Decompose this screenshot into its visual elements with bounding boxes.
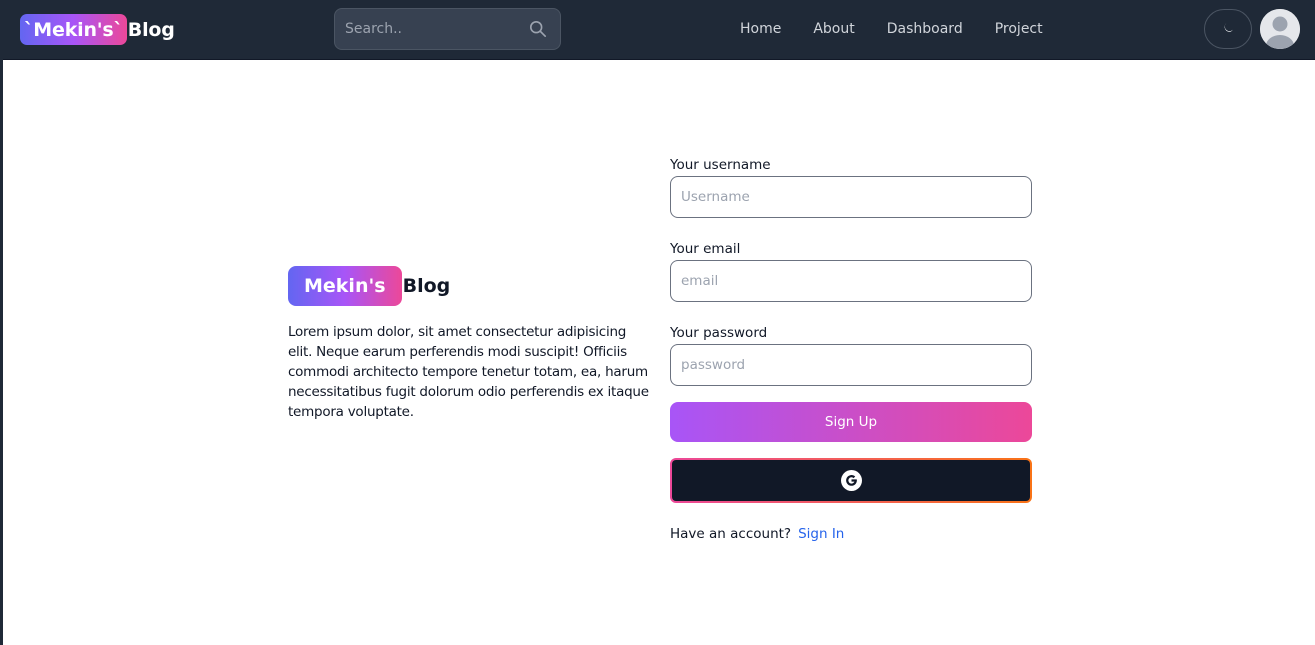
- password-field[interactable]: [670, 344, 1032, 386]
- nav-link-project[interactable]: Project: [995, 21, 1043, 37]
- hero-brand: Mekin's Blog: [288, 266, 650, 306]
- nav-link-about[interactable]: About: [813, 21, 854, 37]
- user-avatar-icon: [1260, 9, 1300, 49]
- intro-panel: Mekin's Blog Lorem ipsum dolor, sit amet…: [288, 266, 650, 422]
- signin-link[interactable]: Sign In: [798, 526, 844, 542]
- google-signin-button[interactable]: [670, 458, 1032, 503]
- nav-link-home[interactable]: Home: [740, 21, 781, 37]
- search-box: [334, 8, 561, 50]
- moon-icon: [1222, 22, 1234, 37]
- avatar[interactable]: [1260, 9, 1300, 49]
- page: `Mekin's` Blog Home About Dashboard Proj…: [0, 0, 1315, 645]
- account-prompt: Have an account?: [670, 526, 792, 542]
- account-row: Have an account? Sign In: [670, 526, 1032, 542]
- email-field[interactable]: [670, 260, 1032, 302]
- signup-button[interactable]: Sign Up: [670, 402, 1032, 442]
- hero-badge: Mekin's: [288, 266, 402, 306]
- nav-link-dashboard[interactable]: Dashboard: [887, 21, 963, 37]
- google-icon: [840, 470, 862, 491]
- username-label: Your username: [670, 157, 771, 173]
- nav-links: Home About Dashboard Project: [740, 0, 1075, 58]
- brand-text: Blog: [127, 18, 175, 41]
- hero-text: Blog: [402, 275, 451, 297]
- hero-description: Lorem ipsum dolor, sit amet consectetur …: [288, 324, 649, 420]
- brand-badge: `Mekin's`: [20, 14, 127, 45]
- left-edge-strip: [0, 0, 3, 645]
- search-input[interactable]: [335, 9, 528, 49]
- theme-toggle-button[interactable]: [1204, 9, 1252, 49]
- search-icon[interactable]: [528, 19, 548, 39]
- navbar: `Mekin's` Blog Home About Dashboard Proj…: [0, 0, 1315, 60]
- password-label: Your password: [670, 325, 768, 341]
- email-label: Your email: [670, 241, 741, 257]
- username-field[interactable]: [670, 176, 1032, 218]
- signup-form: Your username Your email Your password S…: [670, 156, 1032, 542]
- brand-logo[interactable]: `Mekin's` Blog: [20, 14, 175, 45]
